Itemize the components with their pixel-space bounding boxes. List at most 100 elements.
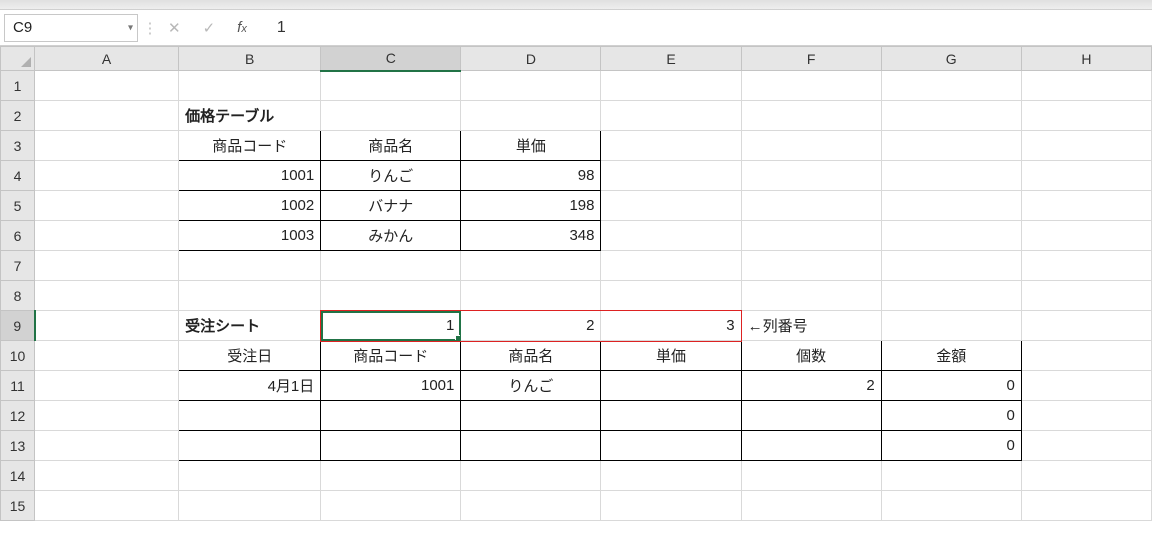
cell-D5[interactable]: 198 <box>461 191 601 221</box>
cell-H10[interactable] <box>1021 341 1151 371</box>
cell-A15[interactable] <box>35 491 179 521</box>
cell-E9[interactable]: 3 <box>601 311 741 341</box>
row-header-8[interactable]: 8 <box>1 281 35 311</box>
cell-F7[interactable] <box>741 251 881 281</box>
worksheet[interactable]: A B C D E F G H 1 2 価格テーブル 3 商品コード 商品名 単… <box>0 46 1152 521</box>
cell-E7[interactable] <box>601 251 741 281</box>
cell-C12[interactable] <box>321 401 461 431</box>
cell-F10[interactable]: 個数 <box>741 341 881 371</box>
cell-D13[interactable] <box>461 431 601 461</box>
cell-F1[interactable] <box>741 71 881 101</box>
cell-E11[interactable] <box>601 371 741 401</box>
cell-D1[interactable] <box>461 71 601 101</box>
cell-A3[interactable] <box>35 131 179 161</box>
name-box[interactable]: C9 ▾ <box>4 14 138 42</box>
col-header-E[interactable]: E <box>601 47 741 71</box>
cell-H8[interactable] <box>1021 281 1151 311</box>
cell-H12[interactable] <box>1021 401 1151 431</box>
cell-B4[interactable]: 1001 <box>179 161 321 191</box>
cell-H1[interactable] <box>1021 71 1151 101</box>
cell-A8[interactable] <box>35 281 179 311</box>
cell-A7[interactable] <box>35 251 179 281</box>
select-all-corner[interactable] <box>1 47 35 71</box>
cell-B6[interactable]: 1003 <box>179 221 321 251</box>
cell-G4[interactable] <box>881 161 1021 191</box>
cell-F2[interactable] <box>741 101 881 131</box>
cell-F12[interactable] <box>741 401 881 431</box>
cell-E13[interactable] <box>601 431 741 461</box>
cell-E6[interactable] <box>601 221 741 251</box>
cell-E4[interactable] <box>601 161 741 191</box>
cell-A11[interactable] <box>35 371 179 401</box>
cell-A13[interactable] <box>35 431 179 461</box>
cell-C1[interactable] <box>321 71 461 101</box>
row-header-4[interactable]: 4 <box>1 161 35 191</box>
cell-F3[interactable] <box>741 131 881 161</box>
cell-B2[interactable]: 価格テーブル <box>179 101 321 131</box>
cell-E14[interactable] <box>601 461 741 491</box>
cell-G12[interactable]: 0 <box>881 401 1021 431</box>
cell-H2[interactable] <box>1021 101 1151 131</box>
cell-G15[interactable] <box>881 491 1021 521</box>
cell-D7[interactable] <box>461 251 601 281</box>
cell-B15[interactable] <box>179 491 321 521</box>
cell-B9[interactable]: 受注シート <box>179 311 321 341</box>
cell-D9[interactable]: 2 <box>461 311 601 341</box>
cell-C6[interactable]: みかん <box>321 221 461 251</box>
cell-D10[interactable]: 商品名 <box>461 341 601 371</box>
cell-H4[interactable] <box>1021 161 1151 191</box>
cell-H7[interactable] <box>1021 251 1151 281</box>
cell-G8[interactable] <box>881 281 1021 311</box>
formula-input[interactable] <box>255 14 1152 42</box>
cell-B10[interactable]: 受注日 <box>179 341 321 371</box>
fx-icon[interactable]: fx <box>237 19 247 36</box>
cell-C15[interactable] <box>321 491 461 521</box>
cell-F5[interactable] <box>741 191 881 221</box>
col-header-C[interactable]: C <box>321 47 461 71</box>
cell-A5[interactable] <box>35 191 179 221</box>
cell-F9[interactable]: ←列番号 <box>741 311 881 341</box>
cell-B12[interactable] <box>179 401 321 431</box>
cell-F8[interactable] <box>741 281 881 311</box>
cell-C10[interactable]: 商品コード <box>321 341 461 371</box>
col-header-H[interactable]: H <box>1021 47 1151 71</box>
row-header-12[interactable]: 12 <box>1 401 35 431</box>
cell-D6[interactable]: 348 <box>461 221 601 251</box>
cell-C14[interactable] <box>321 461 461 491</box>
col-header-G[interactable]: G <box>881 47 1021 71</box>
cell-C5[interactable]: バナナ <box>321 191 461 221</box>
cell-C9[interactable]: 1 <box>321 311 461 341</box>
cell-C8[interactable] <box>321 281 461 311</box>
row-header-2[interactable]: 2 <box>1 101 35 131</box>
cell-E8[interactable] <box>601 281 741 311</box>
row-header-7[interactable]: 7 <box>1 251 35 281</box>
row-header-1[interactable]: 1 <box>1 71 35 101</box>
cell-F11[interactable]: 2 <box>741 371 881 401</box>
cell-E15[interactable] <box>601 491 741 521</box>
cell-F13[interactable] <box>741 431 881 461</box>
row-header-10[interactable]: 10 <box>1 341 35 371</box>
cell-E12[interactable] <box>601 401 741 431</box>
cell-B5[interactable]: 1002 <box>179 191 321 221</box>
grid[interactable]: A B C D E F G H 1 2 価格テーブル 3 商品コード 商品名 単… <box>0 46 1152 521</box>
cell-D14[interactable] <box>461 461 601 491</box>
cell-E3[interactable] <box>601 131 741 161</box>
row-header-11[interactable]: 11 <box>1 371 35 401</box>
col-header-F[interactable]: F <box>741 47 881 71</box>
cell-A14[interactable] <box>35 461 179 491</box>
row-header-14[interactable]: 14 <box>1 461 35 491</box>
cell-C11[interactable]: 1001 <box>321 371 461 401</box>
cell-G1[interactable] <box>881 71 1021 101</box>
cell-H11[interactable] <box>1021 371 1151 401</box>
cell-G14[interactable] <box>881 461 1021 491</box>
cell-B8[interactable] <box>179 281 321 311</box>
cell-H15[interactable] <box>1021 491 1151 521</box>
cell-H14[interactable] <box>1021 461 1151 491</box>
cell-E1[interactable] <box>601 71 741 101</box>
row-header-15[interactable]: 15 <box>1 491 35 521</box>
cell-A2[interactable] <box>35 101 179 131</box>
cell-C4[interactable]: りんご <box>321 161 461 191</box>
cell-D11[interactable]: りんご <box>461 371 601 401</box>
row-header-3[interactable]: 3 <box>1 131 35 161</box>
cell-G13[interactable]: 0 <box>881 431 1021 461</box>
